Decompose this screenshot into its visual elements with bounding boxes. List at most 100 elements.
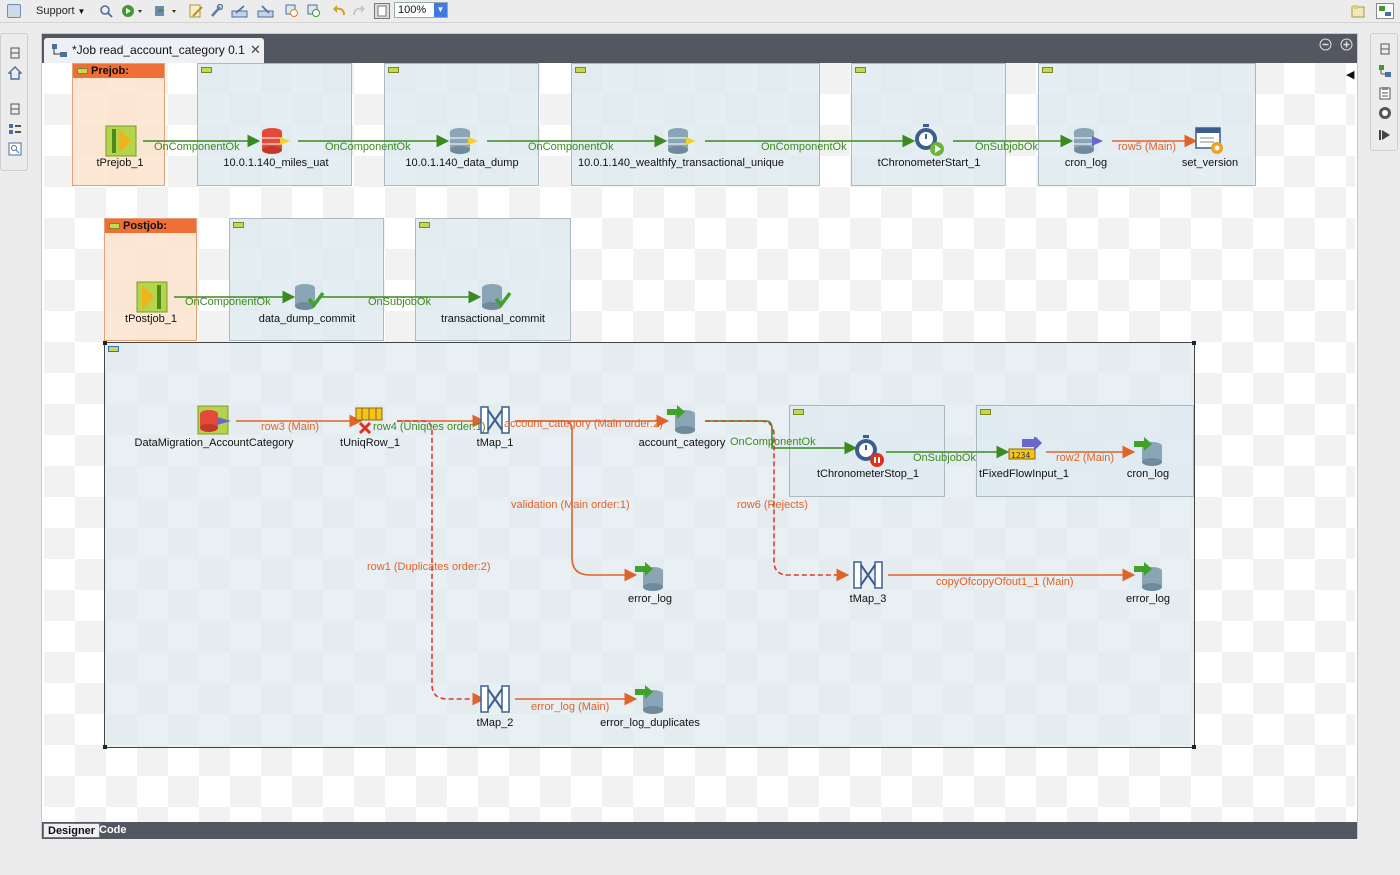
connection-label: account_category (Main order:2): [504, 418, 663, 430]
zoom-in-icon[interactable]: [284, 3, 300, 19]
chevron-down-icon: ▼: [77, 6, 86, 16]
tprejob-icon[interactable]: [105, 125, 137, 160]
zoom-select[interactable]: 100% ▼: [394, 2, 448, 18]
minimize-icon[interactable]: [1319, 38, 1332, 54]
component-label: cron_log: [1064, 157, 1108, 169]
selection-handle[interactable]: [1192, 341, 1196, 345]
page-icon[interactable]: [373, 3, 391, 19]
connection-label: OnComponentOk: [528, 141, 614, 153]
connection-label: OnSubjobOk: [913, 452, 976, 464]
link-tmap1-errorlog[interactable]: [515, 420, 638, 582]
zoom-out-icon[interactable]: [306, 3, 322, 19]
selection-handle[interactable]: [103, 341, 107, 345]
database-output-icon[interactable]: [1134, 562, 1166, 595]
connection-label: copyOfcopyOfout1_1 (Main): [936, 576, 1074, 588]
designer-canvas[interactable]: ◀ Prejob: Postjob: 1234 tPrejob_1 10.0.1…: [44, 63, 1355, 822]
left-minimized-panel: [0, 33, 28, 171]
connection-label: OnComponentOk: [154, 141, 240, 153]
tab-code[interactable]: Code: [95, 823, 131, 838]
redo-icon[interactable]: [351, 3, 367, 19]
connection-label: row3 (Main): [261, 421, 320, 433]
component-label: tMap_2: [476, 717, 514, 729]
connection-label: row2 (Main): [1056, 452, 1115, 464]
component-label: cron_log: [1126, 468, 1170, 480]
undo-icon[interactable]: [331, 3, 347, 19]
component-label: transactional_commit: [441, 313, 545, 325]
help-icon[interactable]: [1378, 106, 1392, 120]
database-output-icon[interactable]: [635, 685, 667, 718]
chevron-down-icon[interactable]: ▼: [434, 3, 447, 17]
search-icon[interactable]: [98, 3, 114, 19]
open-perspective-icon[interactable]: [1350, 3, 1366, 19]
job-tab-title: *Job read_account_category 0.1: [72, 43, 245, 57]
component-label: 10.0.1.140_wealthfy_transactional_unique: [577, 157, 785, 169]
component-label: DataMigration_AccountCategory: [134, 437, 294, 449]
editor-tab-bar: *Job read_account_category 0.1 ✕: [42, 34, 1357, 66]
connection-label: OnComponentOk: [325, 141, 411, 153]
selection-handle[interactable]: [1192, 745, 1196, 749]
editor-bottom-tabs: Designer Code: [42, 822, 1357, 839]
database-icon[interactable]: [260, 127, 292, 158]
component-label: tFixedFlowInput_1: [979, 468, 1069, 480]
component-label: error_log_duplicates: [600, 717, 700, 729]
fixed-flow-input-icon[interactable]: 1234: [1008, 435, 1044, 468]
component-label: tPrejob_1: [96, 157, 144, 169]
tmap-icon[interactable]: [853, 561, 885, 594]
tmap-icon[interactable]: [480, 685, 512, 718]
restore-icon[interactable]: [1378, 42, 1392, 56]
svg-text:1234: 1234: [1011, 451, 1030, 460]
import-icon[interactable]: [256, 3, 276, 19]
save-icon[interactable]: [6, 3, 22, 19]
outline-icon[interactable]: [8, 122, 22, 136]
main-toolbar: Support ▼ 100% ▼: [0, 0, 1400, 23]
connection-label: OnComponentOk: [185, 296, 271, 308]
export-icon[interactable]: [230, 3, 250, 19]
connection-label: row4 (Uniques order:1): [373, 421, 486, 433]
maximize-icon[interactable]: [1340, 38, 1353, 54]
connection-label: row1 (Duplicates order:2): [367, 561, 491, 573]
connection-label: OnSubjobOk: [368, 296, 431, 308]
chronometer-stop-icon[interactable]: [852, 434, 886, 471]
job-tab[interactable]: *Job read_account_category 0.1 ✕: [44, 38, 264, 66]
tab-designer[interactable]: Designer: [43, 823, 101, 838]
database-commit-icon[interactable]: [293, 283, 325, 314]
perspective-icon[interactable]: [1374, 3, 1396, 19]
database-output-icon[interactable]: [667, 405, 699, 438]
connection-label: validation (Main order:1): [511, 499, 630, 511]
palette-icon[interactable]: [1378, 64, 1392, 78]
database-output-icon[interactable]: [1134, 437, 1166, 470]
restore-icon[interactable]: [8, 102, 22, 116]
database-icon[interactable]: [666, 127, 698, 158]
data-migration-icon[interactable]: [197, 405, 233, 438]
database-output-icon[interactable]: [635, 562, 667, 595]
support-label: Support: [36, 5, 75, 17]
connection-label: row6 (Rejects): [737, 499, 808, 511]
component-label: error_log: [627, 593, 673, 605]
connection-label: OnSubjobOk: [975, 141, 1038, 153]
selection-handle[interactable]: [103, 745, 107, 749]
code-viewer-icon[interactable]: [8, 142, 22, 156]
home-icon[interactable]: [7, 66, 23, 80]
job-editor: *Job read_account_category 0.1 ✕ ◀ Prejo…: [41, 33, 1358, 839]
database-icon[interactable]: [448, 127, 480, 158]
database-commit-icon[interactable]: [480, 283, 512, 314]
clipboard-icon[interactable]: [1378, 86, 1392, 100]
database-icon[interactable]: [1072, 127, 1104, 158]
chronometer-start-icon[interactable]: [912, 123, 946, 160]
tpostjob-icon[interactable]: [136, 281, 168, 316]
run-icon[interactable]: [121, 3, 145, 19]
component-label: tChronometerStop_1: [816, 468, 920, 480]
wrench-icon[interactable]: [208, 3, 224, 19]
restore-icon[interactable]: [8, 46, 22, 60]
debug-icon[interactable]: [1378, 128, 1392, 142]
edit-icon[interactable]: [188, 3, 204, 19]
close-icon[interactable]: ✕: [250, 42, 261, 58]
component-label: 10.0.1.140_miles_uat: [223, 157, 329, 169]
support-menu[interactable]: Support ▼: [36, 3, 92, 19]
connection-label: row5 (Main): [1118, 141, 1177, 153]
link-uniq-tmap2-duplicates[interactable]: [397, 420, 486, 706]
component-label: account_category: [638, 437, 726, 449]
deploy-icon[interactable]: [154, 3, 180, 19]
set-version-icon[interactable]: [1194, 126, 1226, 159]
right-minimized-panel: [1370, 33, 1398, 151]
